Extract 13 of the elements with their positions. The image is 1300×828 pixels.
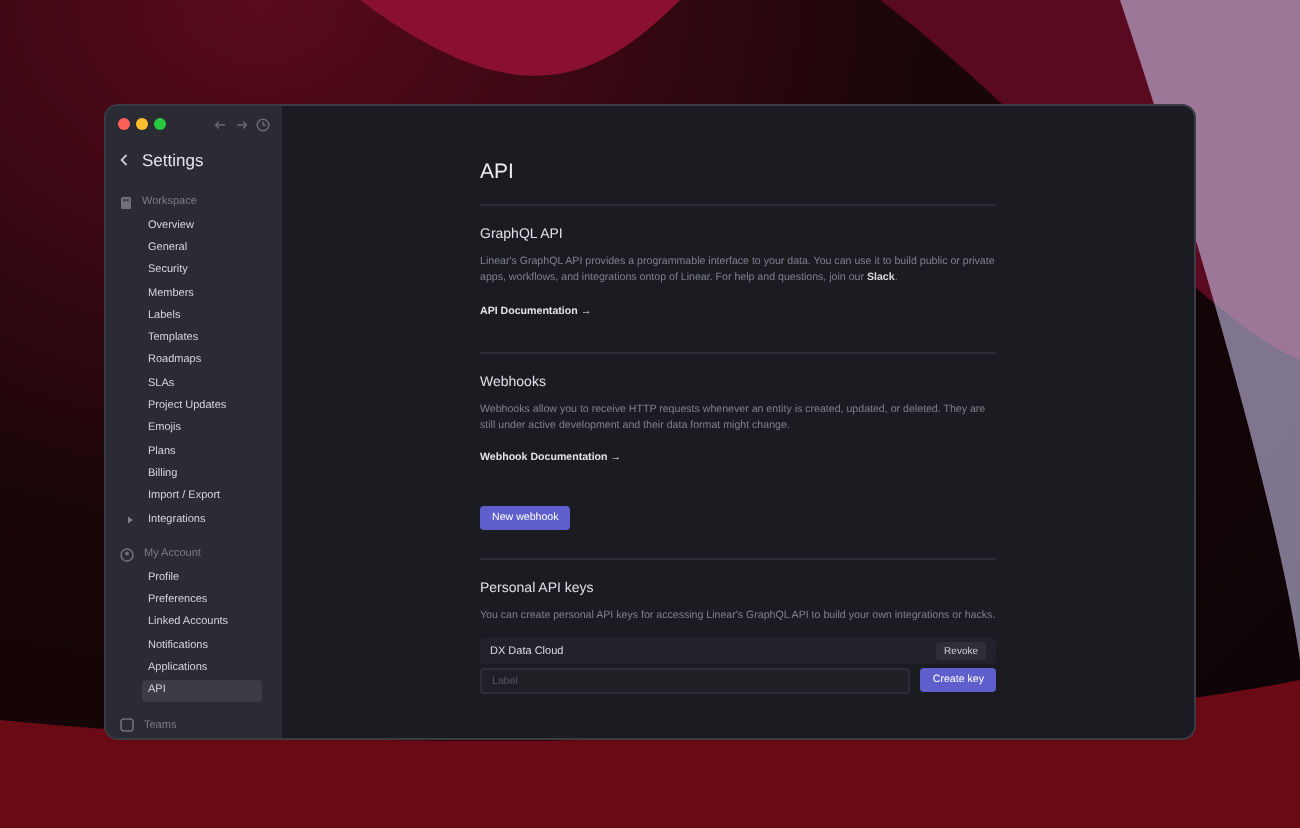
sidebar-title: Settings: [142, 150, 204, 170]
close-button[interactable]: [118, 118, 130, 130]
minimize-button[interactable]: [136, 118, 148, 130]
user-icon: [120, 547, 134, 562]
caret-icon[interactable]: [126, 515, 134, 523]
forward-arrow-icon[interactable]: [236, 119, 248, 129]
building-icon: [120, 195, 132, 209]
maximize-button[interactable]: [154, 118, 166, 130]
clock-icon[interactable]: [256, 117, 270, 131]
team-icon: [120, 718, 134, 733]
back-arrow-icon[interactable]: [214, 119, 226, 129]
back-chevron-icon[interactable]: [120, 154, 128, 166]
page-title: API: [480, 160, 516, 184]
